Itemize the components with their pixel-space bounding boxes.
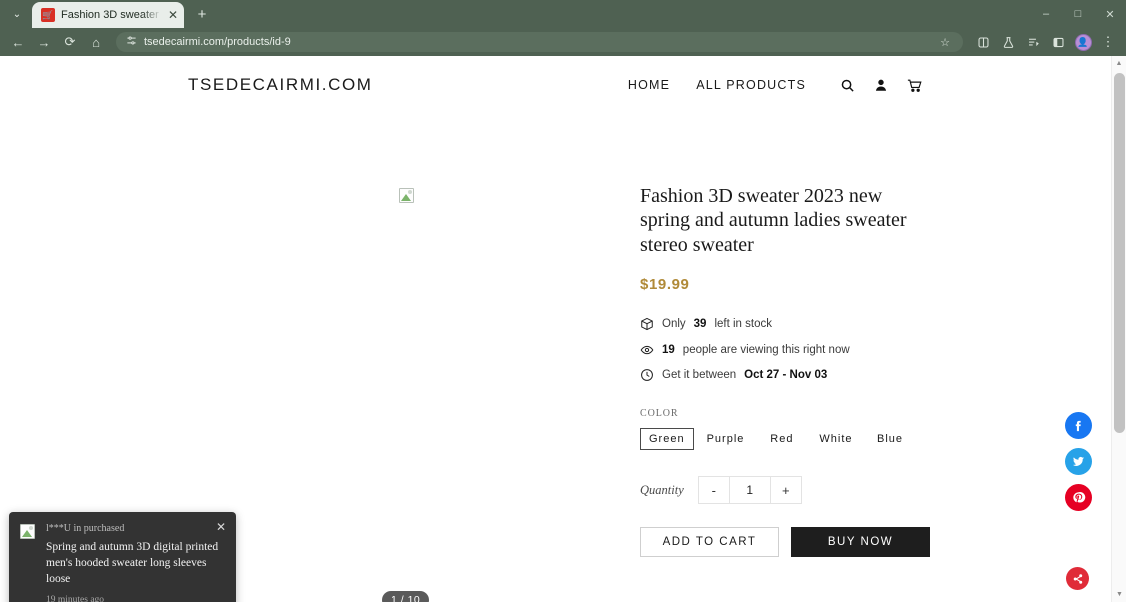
site-header: TSEDECAIRMI.COM HOME ALL PRODUCTS [0, 56, 1111, 114]
color-option-purple[interactable]: Purple [698, 428, 754, 450]
viewers-suffix: people are viewing this right now [683, 344, 850, 356]
nav-item-home[interactable]: HOME [628, 78, 670, 92]
lab-flask-icon[interactable] [996, 30, 1020, 54]
box-icon [640, 317, 654, 331]
reload-icon[interactable]: ⟳ [58, 30, 82, 54]
buy-now-button[interactable]: BUY NOW [791, 527, 930, 557]
header-icons [840, 78, 923, 93]
back-icon[interactable]: ← [6, 30, 30, 54]
account-icon[interactable] [874, 78, 888, 92]
eye-icon [640, 343, 654, 357]
product-page: TSEDECAIRMI.COM HOME ALL PRODUCTS [0, 56, 1111, 602]
forward-icon[interactable]: → [32, 30, 56, 54]
main-navigation: HOME ALL PRODUCTS [628, 78, 923, 93]
add-to-cart-button[interactable]: ADD TO CART [640, 527, 779, 557]
twitter-share-icon[interactable] [1065, 448, 1092, 475]
clock-icon [640, 368, 654, 382]
browser-tab[interactable]: 🛒 Fashion 3D sweater 2023 new ✕ [32, 2, 184, 28]
bookmark-star-icon[interactable]: ☆ [937, 34, 953, 50]
browser-menu-icon[interactable]: ⋮ [1096, 30, 1120, 54]
stock-prefix: Only [662, 318, 686, 330]
color-option-red[interactable]: Red [757, 428, 806, 450]
maximize-button[interactable]: □ [1062, 0, 1094, 28]
profile-avatar[interactable]: 👤 [1071, 30, 1095, 54]
page-viewport: TSEDECAIRMI.COM HOME ALL PRODUCTS [0, 56, 1126, 602]
url-text: tsedecairmi.com/products/id-9 [144, 36, 291, 48]
toolbar-extensions: 👤 ⋮ [971, 30, 1120, 54]
close-window-button[interactable]: ✕ [1094, 0, 1126, 28]
minimize-button[interactable]: – [1030, 0, 1062, 28]
quantity-row: Quantity - 1 + [640, 476, 930, 504]
site-logo[interactable]: TSEDECAIRMI.COM [188, 75, 373, 95]
color-swatches: Green Purple Red White Blue [640, 428, 930, 450]
page-title: Fashion 3D sweater 2023 new spring and a… [640, 184, 930, 257]
scroll-up-arrow[interactable]: ▲ [1112, 56, 1126, 71]
delivery-prefix: Get it between [662, 369, 736, 381]
delivery-dates: Oct 27 - Nov 03 [744, 369, 827, 381]
reading-list-icon[interactable] [1021, 30, 1045, 54]
browser-window: ⌄ 🛒 Fashion 3D sweater 2023 new ✕ + – □ … [0, 0, 1126, 602]
close-icon[interactable]: ✕ [168, 9, 178, 21]
color-option-white[interactable]: White [810, 428, 861, 450]
quantity-increment-button[interactable]: + [771, 477, 801, 503]
popup-meta: l***U in purchased [46, 523, 224, 534]
side-panel-icon[interactable] [1046, 30, 1070, 54]
stock-suffix: left in stock [714, 318, 772, 330]
new-tab-button[interactable]: + [190, 2, 214, 26]
browser-toolbar: ← → ⟳ ⌂ tsedecairmi.com/products/id-9 ☆ [0, 28, 1126, 56]
search-icon[interactable] [840, 78, 855, 93]
viewer-count: 19 [662, 344, 675, 356]
delivery-fact: Get it between Oct 27 - Nov 03 [640, 368, 930, 382]
color-option-blue[interactable]: Blue [866, 428, 915, 450]
popup-body: ✕ l***U in purchased Spring and autumn 3… [46, 523, 224, 602]
color-option-green[interactable]: Green [640, 428, 694, 450]
window-controls: – □ ✕ [1030, 0, 1126, 28]
cart-icon[interactable] [907, 78, 923, 93]
tab-strip: ⌄ 🛒 Fashion 3D sweater 2023 new ✕ + – □ … [0, 0, 1126, 28]
quantity-decrement-button[interactable]: - [699, 477, 729, 503]
share-icon[interactable] [1066, 567, 1089, 590]
pinterest-share-icon[interactable] [1065, 484, 1092, 511]
broken-image-icon [20, 524, 35, 539]
quantity-value[interactable]: 1 [729, 477, 771, 503]
product-price: $19.99 [640, 276, 930, 293]
split-view-icon[interactable] [971, 30, 995, 54]
social-share-rail [1065, 412, 1092, 511]
page-scrollbar[interactable]: ▲ ▼ [1111, 56, 1126, 602]
popup-timestamp: 19 minutes ago [46, 595, 224, 602]
stock-fact: Only 39 left in stock [640, 317, 930, 331]
site-settings-icon[interactable] [126, 33, 137, 51]
nav-item-all-products[interactable]: ALL PRODUCTS [696, 78, 806, 92]
main-product-image[interactable] [399, 188, 415, 204]
cta-row: ADD TO CART BUY NOW [640, 527, 930, 557]
viewers-fact: 19 people are viewing this right now [640, 343, 930, 357]
tab-search-button[interactable]: ⌄ [4, 1, 30, 27]
color-option-label: COLOR [640, 408, 930, 419]
product-facts: Only 39 left in stock 19 people are [640, 317, 930, 382]
product-info: Fashion 3D sweater 2023 new spring and a… [640, 114, 930, 584]
quantity-stepper: - 1 + [698, 476, 802, 504]
shopping-bag-icon: 🛒 [41, 8, 55, 22]
gallery-counter: 1 / 10 [382, 591, 429, 602]
quantity-label: Quantity [640, 483, 684, 498]
tab-title: Fashion 3D sweater 2023 new [61, 9, 162, 21]
popup-product-title[interactable]: Spring and autumn 3D digital printed men… [46, 540, 224, 588]
broken-image-icon [399, 188, 414, 203]
stock-count: 39 [694, 318, 707, 330]
scroll-down-arrow[interactable]: ▼ [1112, 587, 1126, 602]
home-icon[interactable]: ⌂ [84, 30, 108, 54]
close-icon[interactable]: ✕ [216, 521, 226, 533]
popup-thumbnail [20, 524, 36, 540]
scrollbar-thumb[interactable] [1114, 73, 1125, 433]
address-bar[interactable]: tsedecairmi.com/products/id-9 ☆ [116, 32, 963, 52]
purchase-notification-popup: ✕ l***U in purchased Spring and autumn 3… [9, 512, 236, 602]
facebook-share-icon[interactable] [1065, 412, 1092, 439]
